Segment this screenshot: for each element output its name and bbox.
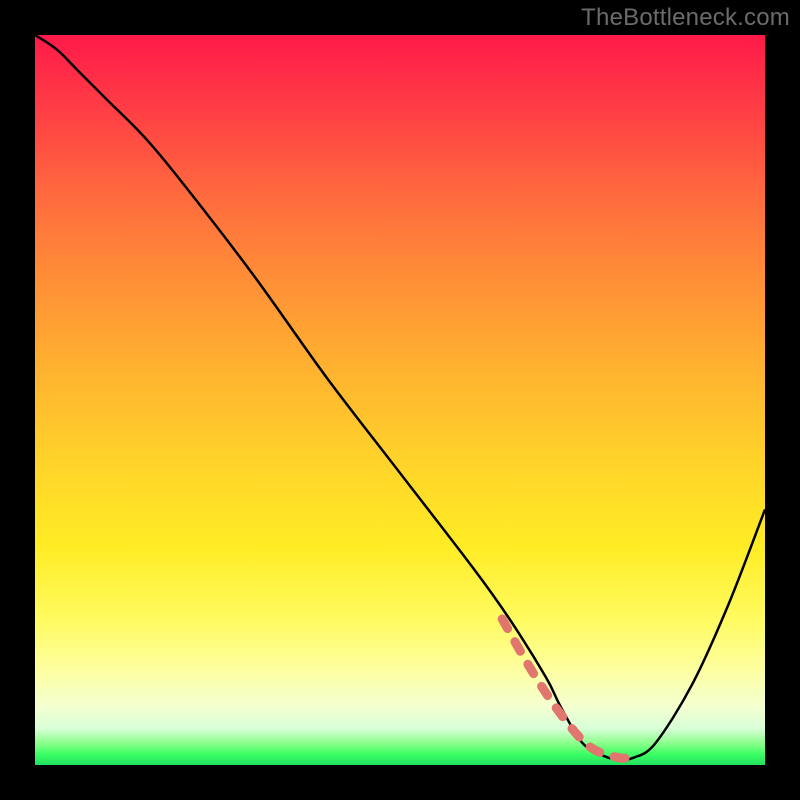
curve-layer bbox=[35, 35, 765, 765]
chart-container: TheBottleneck.com bbox=[0, 0, 800, 800]
bottleneck-curve bbox=[35, 35, 765, 760]
watermark-text: TheBottleneck.com bbox=[581, 4, 790, 32]
plot-area bbox=[35, 35, 765, 765]
